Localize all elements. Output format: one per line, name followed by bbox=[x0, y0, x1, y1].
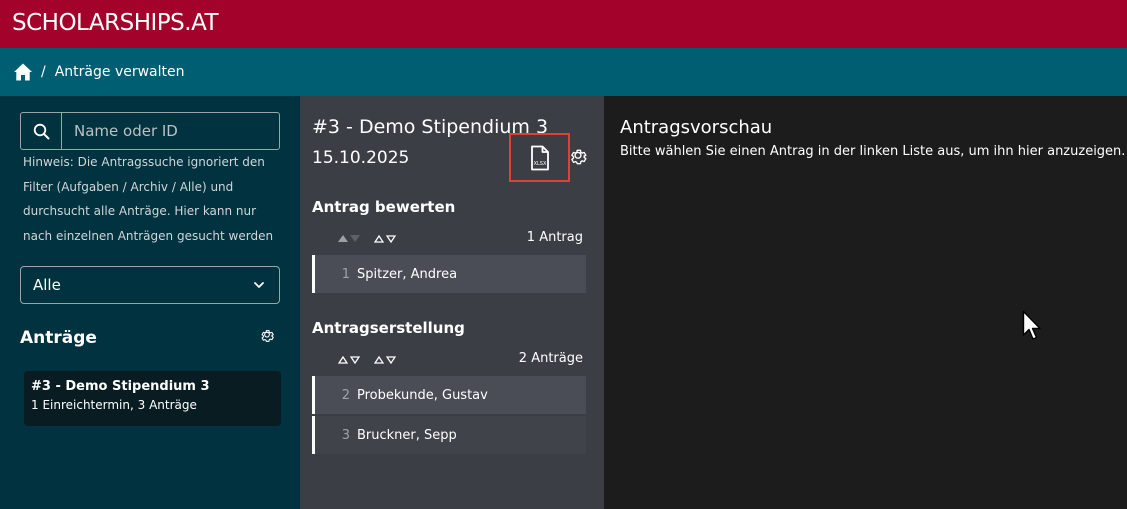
list-item-name: Spitzer, Andrea bbox=[357, 266, 458, 282]
filter-select-value: Alle bbox=[33, 276, 61, 294]
scholarship-card[interactable]: #3 - Demo Stipendium 3 1 Einreichtermin,… bbox=[24, 371, 281, 426]
sort-up-icon[interactable] bbox=[338, 356, 348, 364]
mouse-cursor-icon bbox=[1022, 310, 1041, 340]
sort-up-icon[interactable] bbox=[338, 235, 348, 242]
list-item[interactable]: 2 Probekunde, Gustav bbox=[312, 376, 586, 414]
top-bar: SCHOLARSHIPS.AT bbox=[0, 0, 1127, 48]
group-title-antrag-bewerten: Antrag bewerten bbox=[312, 198, 456, 216]
list-item[interactable]: 3 Bruckner, Sepp bbox=[312, 416, 586, 454]
preview-message: Bitte wählen Sie einen Antrag in der lin… bbox=[620, 144, 1126, 159]
group-title-antragserstellung: Antragserstellung bbox=[312, 319, 465, 337]
search-hint: Hinweis: Die Antragssuche ignoriert den … bbox=[23, 155, 274, 243]
antraege-heading: Anträge bbox=[20, 328, 97, 348]
breadcrumb-separator: / bbox=[41, 64, 46, 80]
sort-down-icon[interactable] bbox=[386, 356, 396, 364]
scholarship-date: 15.10.2025 bbox=[312, 148, 410, 168]
breadcrumb: / Anträge verwalten bbox=[0, 48, 1127, 96]
list-item[interactable]: 1 Spitzer, Andrea bbox=[312, 255, 586, 293]
search-input[interactable] bbox=[62, 113, 279, 149]
sort-number-controls bbox=[338, 235, 360, 242]
brand-logo[interactable]: SCHOLARSHIPS.AT bbox=[12, 10, 219, 36]
list-item-number: 1 bbox=[341, 266, 350, 282]
filter-select[interactable]: Alle bbox=[20, 266, 280, 304]
xlsx-export-button[interactable]: XLSX bbox=[509, 133, 570, 182]
sort-controls: 2 Anträge bbox=[312, 351, 586, 371]
sidebar: Hinweis: Die Antragssuche ignoriert den … bbox=[0, 96, 300, 509]
search-icon bbox=[33, 123, 49, 139]
xlsx-file-icon: XLSX bbox=[530, 145, 549, 170]
scholarship-card-subtitle: 1 Einreichtermin, 3 Anträge bbox=[31, 398, 197, 412]
search-box bbox=[20, 112, 280, 150]
group-count: 2 Anträge bbox=[518, 351, 583, 366]
sort-up-icon[interactable] bbox=[374, 356, 384, 364]
preview-panel: Antragsvorschau Bitte wählen Sie einen A… bbox=[604, 96, 1127, 509]
home-icon[interactable] bbox=[13, 62, 33, 82]
xlsx-label: XLSX bbox=[533, 161, 546, 167]
breadcrumb-current: Anträge verwalten bbox=[54, 64, 185, 80]
gear-icon[interactable] bbox=[568, 147, 588, 167]
sort-down-icon[interactable] bbox=[350, 235, 360, 242]
group-count: 1 Antrag bbox=[526, 230, 583, 245]
sort-number-controls bbox=[338, 356, 360, 364]
sort-controls: 1 Antrag bbox=[312, 230, 586, 250]
list-item-name: Probekunde, Gustav bbox=[357, 387, 488, 403]
application-list-panel: #3 - Demo Stipendium 3 15.10.2025 XLSX A… bbox=[300, 96, 604, 509]
scholarship-card-title: #3 - Demo Stipendium 3 bbox=[31, 379, 210, 394]
search-button[interactable] bbox=[21, 113, 62, 149]
sort-down-icon[interactable] bbox=[350, 356, 360, 364]
preview-title: Antragsvorschau bbox=[620, 117, 773, 138]
chevron-down-icon bbox=[254, 282, 264, 288]
gear-icon[interactable] bbox=[259, 328, 275, 344]
sort-up-icon[interactable] bbox=[374, 235, 384, 243]
sort-down-icon[interactable] bbox=[386, 235, 396, 243]
list-item-name: Bruckner, Sepp bbox=[357, 427, 457, 443]
list-item-number: 3 bbox=[341, 427, 350, 443]
sort-name-controls bbox=[374, 356, 396, 364]
sort-name-controls bbox=[374, 235, 396, 243]
list-item-number: 2 bbox=[341, 387, 350, 403]
